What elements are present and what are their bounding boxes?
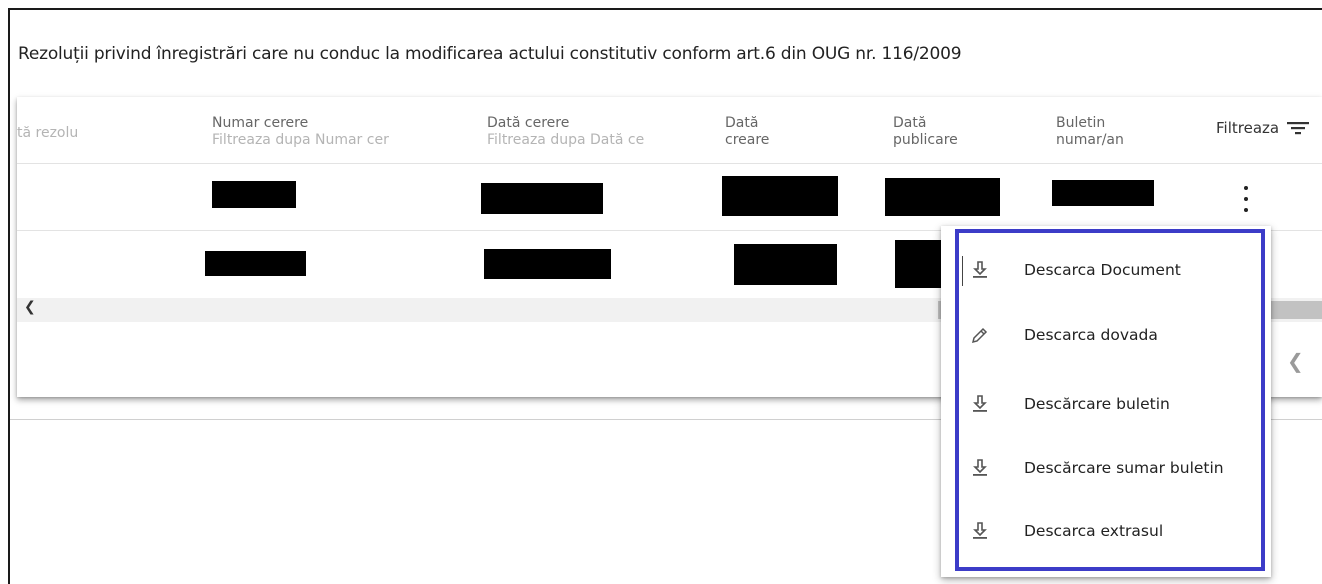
column-label-data-creare-1: Dată [725,115,759,131]
menu-item-descarca-dovada[interactable]: Descarca dovada [941,305,1271,365]
menu-item-label: Descărcare buletin [1024,395,1170,413]
column-label-data-creare-2: creare [725,132,770,148]
menu-item-descarca-document[interactable]: Descarca Document [941,240,1271,300]
kebab-dot-icon [1244,197,1248,201]
filter-rezolutie[interactable]: tă rezolu [17,125,107,142]
redacted-data-publicare-row1 [885,178,1000,216]
menu-item-descarca-extrasul[interactable]: Descarca extrasul [941,501,1271,561]
filter-button-label: Filtreaza [1216,119,1280,137]
filter-data-cerere[interactable]: Filtreaza dupa Dată ce [487,132,673,149]
redacted-data-cerere-row1 [481,183,603,214]
column-header-data-creare[interactable]: Dată creare [725,115,769,149]
column-label-data-publicare-1: Dată [893,115,927,131]
redacted-buletin-row1 [1052,180,1154,206]
column-label-buletin-2: numar/an [1056,132,1124,148]
kebab-dot-icon [1244,186,1248,190]
text-cursor [962,256,963,286]
column-header-rezolutie[interactable]: tă rezolu [17,125,107,142]
column-label-data-publicare-2: publicare [893,132,958,148]
scroll-left-icon[interactable]: ❮ [24,299,36,315]
menu-item-label: Descarca Document [1024,261,1181,279]
menu-item-label: Descărcare sumar buletin [1024,459,1224,477]
redacted-data-creare-row2 [734,244,837,285]
column-header-data-publicare[interactable]: Dată publicare [893,115,958,149]
column-header-data-cerere[interactable]: Dată cerere Filtreaza dupa Dată ce [487,115,673,149]
filter-button[interactable]: Filtreaza [1216,119,1310,137]
redacted-numar-cerere-row1 [212,181,296,208]
kebab-dot-icon [1244,208,1248,212]
column-header-buletin[interactable]: Buletin numar/an [1056,115,1124,149]
filter-list-icon [1287,122,1310,135]
download-icon [973,459,987,476]
download-icon [973,395,987,412]
column-label-numar-cerere: Numar cerere [212,115,309,131]
redacted-data-cerere-row2 [484,249,611,279]
redacted-data-creare-row1 [722,176,838,216]
column-label-data-cerere: Dată cerere [487,115,570,131]
pencil-icon [971,327,988,344]
redacted-numar-cerere-row2 [205,251,306,276]
menu-item-descarcare-sumar-buletin[interactable]: Descărcare sumar buletin [941,438,1271,498]
column-header-numar-cerere[interactable]: Numar cerere Filtreaza dupa Numar cer [212,115,422,149]
filter-numar-cerere[interactable]: Filtreaza dupa Numar cer [212,132,422,149]
header-divider [17,163,1322,164]
previous-page-icon[interactable]: ❮ [1287,349,1304,373]
download-icon [973,261,987,278]
download-icon [973,522,987,539]
menu-item-label: Descarca dovada [1024,326,1158,344]
menu-item-descarcare-buletin[interactable]: Descărcare buletin [941,374,1271,434]
row-actions-menu-button[interactable] [1239,186,1253,212]
menu-item-label: Descarca extrasul [1024,522,1164,540]
page-title: Rezoluții privind înregistrări care nu c… [18,44,962,64]
column-label-buletin-1: Buletin [1056,115,1106,131]
